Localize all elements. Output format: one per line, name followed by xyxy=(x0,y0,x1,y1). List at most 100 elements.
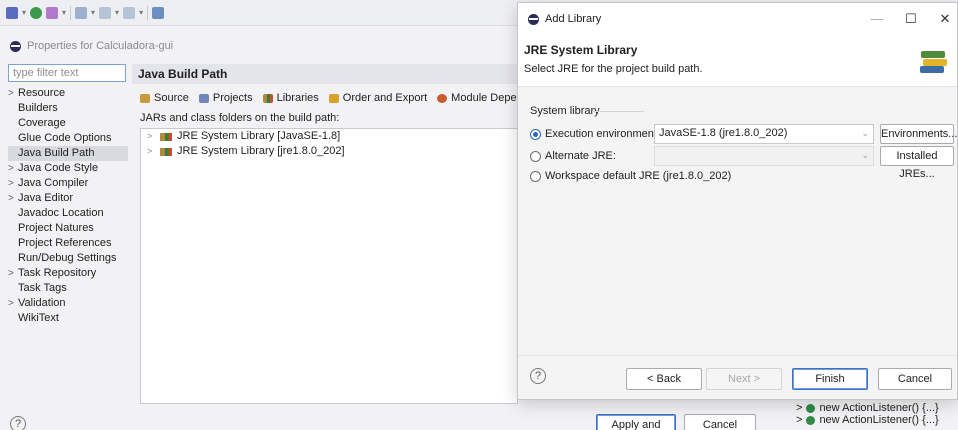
help-icon[interactable]: ? xyxy=(530,368,546,384)
finish-button[interactable]: Finish xyxy=(792,368,868,390)
chevron-right-icon[interactable]: > xyxy=(796,414,802,426)
library-row[interactable]: > JRE System Library [jre1.8.0_202] xyxy=(141,144,517,159)
tab-order-label: Order and Export xyxy=(342,92,428,104)
exec-env-option[interactable]: Execution environment: xyxy=(530,125,660,143)
alt-jre-select[interactable]: ⌄ xyxy=(654,146,874,166)
run-icon[interactable] xyxy=(30,6,43,19)
next-button[interactable]: Next > xyxy=(706,368,782,390)
tree-item[interactable]: Java Build Path xyxy=(8,146,128,161)
tools-icon[interactable] xyxy=(46,6,59,19)
book-shape xyxy=(921,51,945,58)
chevron-right-icon[interactable]: > xyxy=(8,296,18,311)
apply-and-close-button[interactable]: Apply and Close xyxy=(596,414,676,430)
tree-item-label: Java Code Style xyxy=(18,162,99,174)
book-shape xyxy=(923,59,947,66)
tree-item[interactable]: > Resource xyxy=(8,86,128,101)
tree-item[interactable]: Project Natures xyxy=(8,221,128,236)
back-button[interactable]: < Back xyxy=(626,368,702,390)
chevron-down-icon[interactable]: ▾ xyxy=(22,8,26,17)
tree-item[interactable]: > Java Editor xyxy=(8,191,128,206)
cancel-button[interactable]: Cancel xyxy=(684,414,756,430)
tree-item-label: Project Natures xyxy=(18,222,94,234)
installed-jres-button[interactable]: Installed JREs... xyxy=(880,146,954,180)
build-path-tabs: Source Projects Libraries Order and Expo… xyxy=(140,92,555,104)
group-label: System library xyxy=(530,105,600,117)
source-icon xyxy=(140,93,150,103)
add-library-dialog: Add Library — ☐ ✕ JRE System Library Sel… xyxy=(517,2,958,400)
chevron-down-icon[interactable]: ▾ xyxy=(139,8,143,17)
page-title: Java Build Path xyxy=(132,64,518,84)
tab-source-label: Source xyxy=(154,92,189,104)
tab-projects-label: Projects xyxy=(212,92,253,104)
library-label: JRE System Library [jre1.8.0_202] xyxy=(177,145,345,157)
exec-env-select[interactable]: JavaSE-1.8 (jre1.8.0_202) ⌄ xyxy=(654,124,874,144)
tree-item[interactable]: > Task Repository xyxy=(8,266,128,281)
close-button[interactable]: ✕ xyxy=(938,11,952,27)
tab-projects[interactable]: Projects xyxy=(198,92,253,104)
edit-icon[interactable] xyxy=(152,6,165,19)
tree-item[interactable]: Coverage xyxy=(8,116,128,131)
eclipse-icon xyxy=(528,13,539,25)
class-icon xyxy=(806,415,816,425)
chevron-down-icon[interactable]: ▾ xyxy=(91,8,95,17)
nav-back-icon[interactable] xyxy=(99,6,112,19)
tree-item[interactable]: WikiText xyxy=(8,311,128,326)
outline-row[interactable]: > new ActionListener() {...} xyxy=(796,414,939,426)
system-library-group: System library Execution environment: Ja… xyxy=(530,105,957,182)
chevron-right-icon[interactable]: > xyxy=(8,191,18,206)
tab-order-export[interactable]: Order and Export xyxy=(328,92,428,104)
libraries-list: > JRE System Library [JavaSE-1.8] > JRE … xyxy=(140,128,518,404)
workspace-default-option[interactable]: Workspace default JRE (jre1.8.0_202) xyxy=(530,167,731,185)
tab-libraries[interactable]: Libraries xyxy=(262,92,319,104)
radio-selected-icon[interactable] xyxy=(530,128,541,140)
chevron-right-icon[interactable]: > xyxy=(8,86,18,101)
tree-item[interactable]: > Java Compiler xyxy=(8,176,128,191)
tree-item[interactable]: Project References xyxy=(8,236,128,251)
chevron-down-icon: ⌄ xyxy=(861,150,869,160)
workspace-default-label: Workspace default JRE (jre1.8.0_202) xyxy=(545,170,732,182)
help-icon[interactable]: ? xyxy=(10,416,26,430)
eclipse-debug-icon[interactable] xyxy=(6,6,18,19)
cancel-button[interactable]: Cancel xyxy=(878,368,952,390)
chevron-down-icon[interactable]: ▾ xyxy=(62,8,66,17)
tree-item[interactable]: > Java Code Style xyxy=(8,161,128,176)
tree-item[interactable]: Glue Code Options xyxy=(8,131,128,146)
properties-tree: > Resource Builders Coverage Glue Code Optio… xyxy=(8,86,128,326)
maximize-button[interactable]: ☐ xyxy=(904,11,918,27)
tree-item[interactable]: > Validation xyxy=(8,296,128,311)
library-label: JRE System Library [JavaSE-1.8] xyxy=(177,130,341,142)
tree-item[interactable]: Builders xyxy=(8,101,128,116)
minimize-button[interactable]: — xyxy=(870,11,884,26)
dialog-body: System library Execution environment: Ja… xyxy=(518,87,957,355)
outline-row-label: new ActionListener() {...} xyxy=(819,414,939,426)
dialog-footer: ? < Back Next > Finish Cancel xyxy=(518,355,957,399)
chevron-right-icon[interactable]: > xyxy=(147,144,155,159)
tree-item-label: Java Compiler xyxy=(18,177,89,189)
chevron-right-icon[interactable]: > xyxy=(147,129,155,144)
nav-forward-icon[interactable] xyxy=(123,6,136,19)
environments-button[interactable]: Environments... xyxy=(880,124,957,144)
refresh-icon[interactable] xyxy=(75,6,88,19)
dialog-header: JRE System Library Select JRE for the pr… xyxy=(518,35,957,87)
group-divider xyxy=(592,111,644,112)
chevron-down-icon[interactable]: ▾ xyxy=(115,8,119,17)
chevron-right-icon[interactable]: > xyxy=(8,176,18,191)
radio-icon[interactable] xyxy=(530,150,541,162)
tree-item-label: Task Tags xyxy=(18,282,67,294)
chevron-down-icon: ⌄ xyxy=(861,128,869,138)
filter-input[interactable]: type filter text xyxy=(8,64,126,82)
chevron-right-icon[interactable]: > xyxy=(796,402,802,414)
radio-icon[interactable] xyxy=(530,170,541,182)
tab-source[interactable]: Source xyxy=(140,92,189,104)
alt-jre-option[interactable]: Alternate JRE: xyxy=(530,147,616,165)
chevron-right-icon[interactable]: > xyxy=(8,266,18,281)
chevron-right-icon[interactable]: > xyxy=(8,161,18,176)
tree-item[interactable]: Task Tags xyxy=(8,281,128,296)
tree-item[interactable]: Javadoc Location xyxy=(8,206,128,221)
properties-title-text: Properties for Calculadora-gui xyxy=(27,40,174,52)
tree-item[interactable]: Run/Debug Settings xyxy=(8,251,128,266)
projects-icon xyxy=(198,93,209,103)
library-row[interactable]: > JRE System Library [JavaSE-1.8] xyxy=(141,129,517,144)
outline-row[interactable]: > new ActionListener() {...} xyxy=(796,402,939,414)
class-icon xyxy=(806,403,816,413)
